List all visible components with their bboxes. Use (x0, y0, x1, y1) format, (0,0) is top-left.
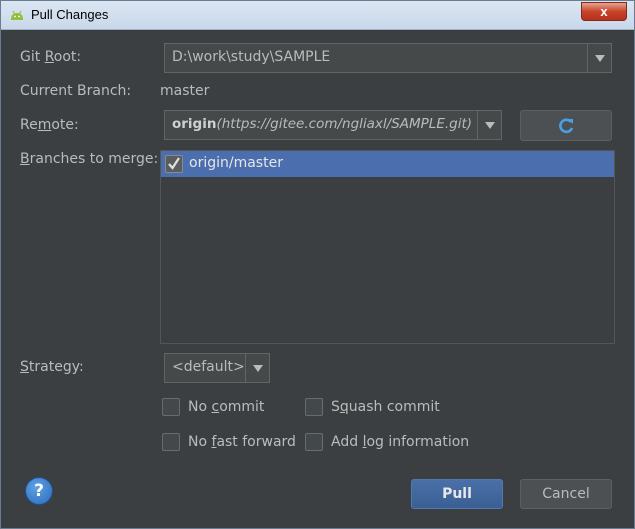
strategy-dropdown[interactable] (245, 354, 269, 382)
remote-value: origin(https://gitee.com/ngliaxl/SAMPLE.… (172, 116, 473, 132)
squash-commit-label: Squash commit (331, 399, 440, 415)
chevron-down-icon (252, 364, 263, 372)
android-icon (11, 10, 23, 20)
help-icon: ? (34, 481, 44, 501)
help-button[interactable]: ? (25, 477, 53, 505)
window-title: Pull Changes (31, 7, 109, 22)
checkmark-icon (168, 157, 180, 170)
cancel-button[interactable]: Cancel (520, 479, 612, 509)
git-root-label: Git Root: (20, 49, 82, 65)
branch-checkbox[interactable] (165, 155, 183, 173)
no-fast-forward-checkbox[interactable] (162, 433, 180, 451)
chevron-down-icon (594, 54, 605, 62)
no-commit-checkbox[interactable] (162, 398, 180, 416)
refresh-remote-button[interactable] (520, 110, 612, 141)
branches-list[interactable]: origin/master (160, 150, 615, 344)
title-bar: Pull Changes x (1, 1, 634, 30)
remote-dropdown[interactable] (477, 111, 501, 139)
no-commit-label: No commit (188, 399, 265, 415)
close-icon: x (600, 4, 608, 19)
current-branch-value: master (160, 83, 210, 99)
add-log-information-label: Add log information (331, 434, 470, 450)
close-button[interactable]: x (581, 2, 627, 21)
squash-commit-checkbox[interactable] (305, 398, 323, 416)
pull-changes-dialog: Pull Changes x Git Root: D:\work\study\S… (0, 0, 635, 529)
strategy-value: <default> (172, 359, 245, 375)
refresh-icon (559, 118, 574, 133)
pull-button[interactable]: Pull (411, 479, 503, 509)
git-root-select[interactable]: D:\work\study\SAMPLE (164, 43, 612, 73)
strategy-label: Strategy: (20, 359, 84, 375)
current-branch-label: Current Branch: (20, 83, 132, 99)
branches-label: Branches to merge: (20, 151, 159, 167)
chevron-down-icon (484, 121, 495, 129)
git-root-value: D:\work\study\SAMPLE (172, 49, 331, 65)
remote-select[interactable]: origin(https://gitee.com/ngliaxl/SAMPLE.… (164, 110, 502, 140)
no-fast-forward-label: No fast forward (188, 434, 296, 450)
git-root-dropdown[interactable] (587, 44, 611, 72)
strategy-select[interactable]: <default> (164, 353, 270, 383)
add-log-information-checkbox[interactable] (305, 433, 323, 451)
remote-label: Remote: (20, 117, 79, 133)
list-item[interactable]: origin/master (161, 151, 614, 177)
branch-label: origin/master (189, 155, 283, 171)
